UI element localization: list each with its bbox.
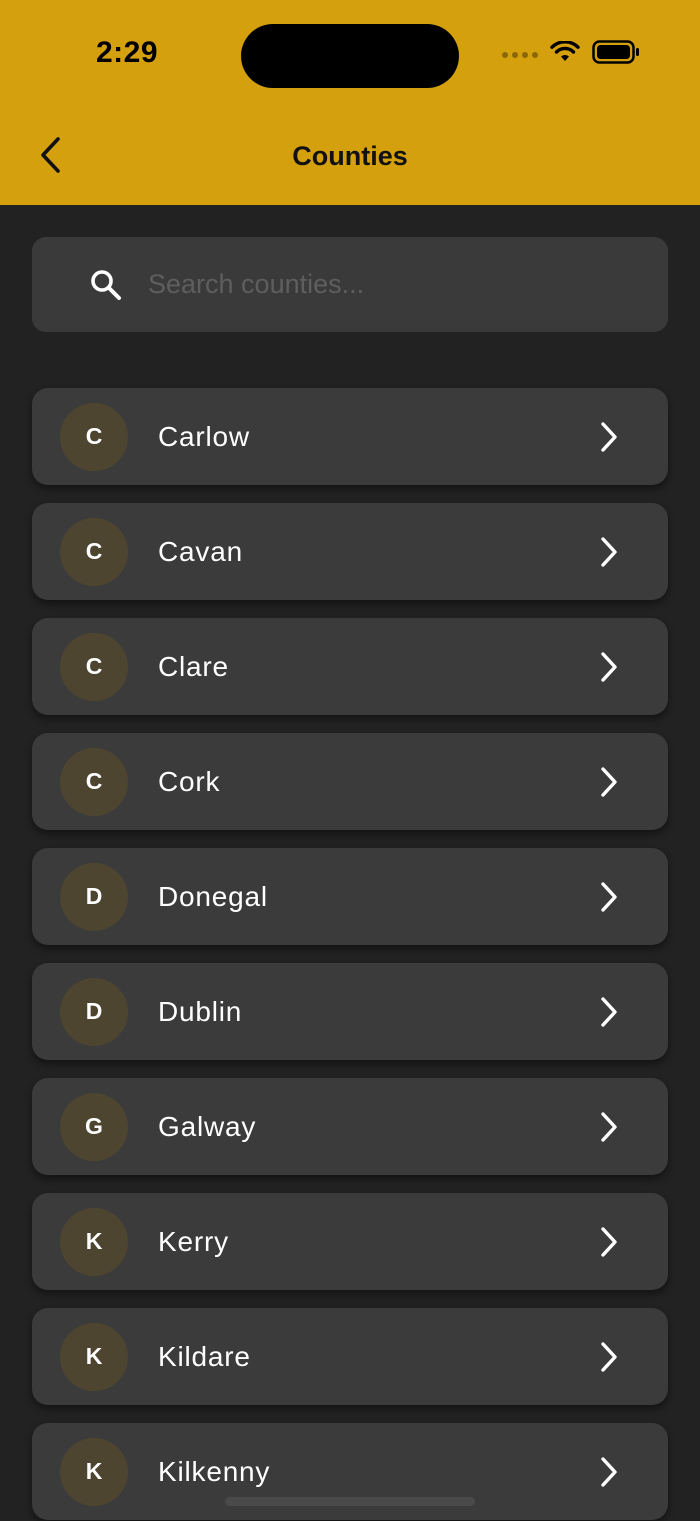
- avatar: D: [60, 977, 128, 1046]
- battery-icon: [592, 40, 640, 69]
- avatar: G: [60, 1092, 128, 1161]
- avatar: C: [60, 747, 128, 816]
- county-list: C Carlow C Cavan C Clare C Cork D Donega…: [32, 388, 668, 1520]
- avatar: K: [60, 1437, 128, 1506]
- list-item[interactable]: C Cork: [32, 733, 668, 830]
- list-item[interactable]: K Kildare: [32, 1308, 668, 1405]
- list-item[interactable]: C Clare: [32, 618, 668, 715]
- chevron-right-icon: [594, 762, 624, 802]
- list-item[interactable]: C Carlow: [32, 388, 668, 485]
- avatar: C: [60, 517, 128, 586]
- county-name: Dublin: [158, 995, 243, 1027]
- cellular-signal-icon: [502, 51, 538, 58]
- screen: 2:29 Counties Search counties... C Carlo…: [0, 0, 700, 1521]
- chevron-right-icon: [594, 1222, 624, 1262]
- search-icon: [88, 267, 124, 303]
- county-name: Clare: [158, 650, 229, 682]
- header-bar: 2:29 Counties: [0, 0, 700, 205]
- chevron-right-icon: [594, 1107, 624, 1147]
- chevron-right-icon: [594, 647, 624, 687]
- avatar: D: [60, 862, 128, 931]
- chevron-right-icon: [594, 417, 624, 457]
- list-item[interactable]: D Donegal: [32, 848, 668, 945]
- status-time: 2:29: [96, 36, 159, 69]
- county-name: Cork: [158, 765, 221, 797]
- status-icons: [502, 40, 640, 69]
- list-item[interactable]: D Dublin: [32, 963, 668, 1060]
- avatar: C: [60, 402, 128, 471]
- chevron-right-icon: [594, 877, 624, 917]
- county-name: Carlow: [158, 420, 250, 452]
- avatar: C: [60, 632, 128, 701]
- list-item[interactable]: K Kerry: [32, 1193, 668, 1290]
- list-item[interactable]: C Cavan: [32, 503, 668, 600]
- chevron-right-icon: [594, 992, 624, 1032]
- county-name: Kilkenny: [158, 1455, 271, 1487]
- wifi-icon: [550, 40, 580, 68]
- avatar: K: [60, 1322, 128, 1391]
- county-name: Cavan: [158, 535, 243, 567]
- chevron-right-icon: [594, 532, 624, 572]
- chevron-right-icon: [594, 1337, 624, 1377]
- dynamic-island: [241, 24, 459, 88]
- list-item[interactable]: G Galway: [32, 1078, 668, 1175]
- search-input[interactable]: [146, 253, 668, 316]
- county-name: Donegal: [158, 880, 268, 912]
- search-bar[interactable]: [32, 237, 668, 332]
- chevron-right-icon: [594, 1452, 624, 1492]
- county-name: Galway: [158, 1110, 257, 1142]
- avatar: K: [60, 1207, 128, 1276]
- home-indicator[interactable]: [225, 1497, 475, 1506]
- county-name: Kildare: [158, 1340, 251, 1372]
- page-title: Counties: [292, 141, 408, 171]
- county-name: Kerry: [158, 1225, 229, 1257]
